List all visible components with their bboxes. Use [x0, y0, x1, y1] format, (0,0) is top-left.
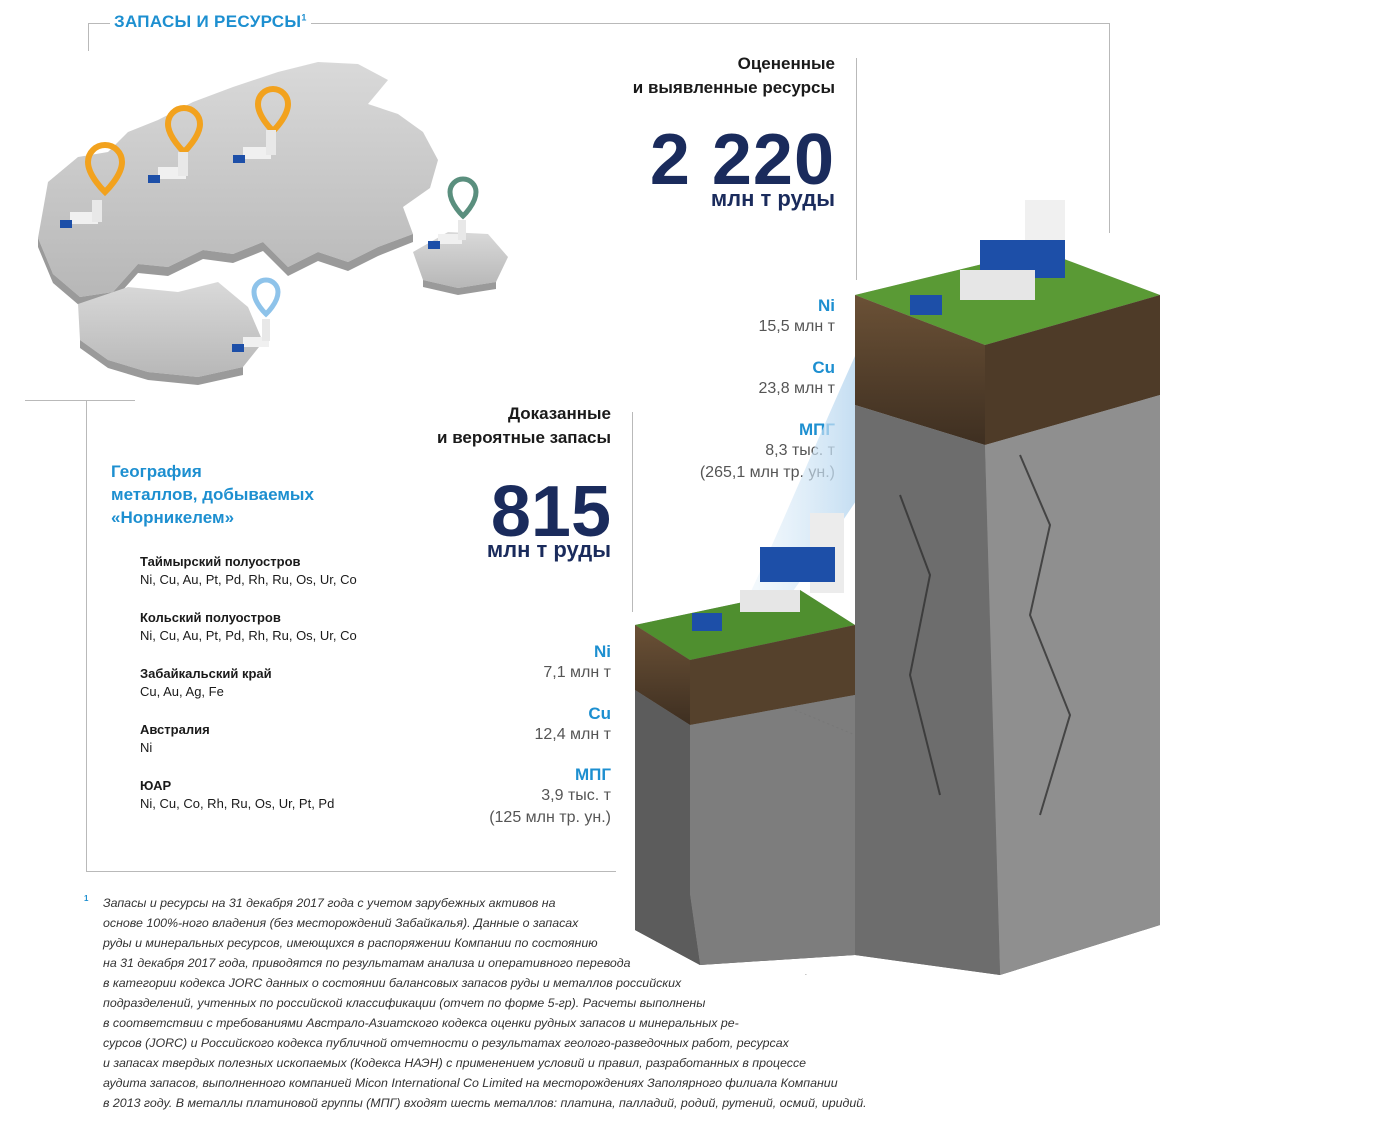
region-item: ЮАР Ni, Cu, Co, Rh, Ru, Os, Ur, Pt, Pd — [140, 778, 335, 811]
soil-column-illustration — [635, 200, 1160, 975]
region-item: Забайкальский край Cu, Au, Ag, Fe — [140, 666, 272, 699]
frame-bottom-line — [86, 871, 616, 872]
footnote-mark: 1 — [84, 894, 89, 903]
world-map — [38, 62, 508, 385]
reserves-pgm-extra: (125 млн тр. ун.) — [489, 809, 611, 826]
region-item: Кольский полуостров Ni, Cu, Au, Pt, Pd, … — [140, 610, 357, 643]
resources-heading: Оцененные и выявленные ресурсы — [632, 54, 835, 97]
footnote-text: Запасы и ресурсы на 31 декабря 2017 года… — [103, 896, 867, 1110]
region-item: Австралия Ni — [140, 722, 210, 755]
reserves-heading: Доказанные и вероятные запасы — [437, 404, 611, 447]
reserves-unit: млн т руды — [486, 537, 611, 562]
geography-heading: География металлов, добываемых «Норникел… — [111, 462, 314, 527]
large-soil-column-icon — [855, 200, 1160, 975]
map-pin-icon-south-africa — [251, 277, 281, 318]
map-underline — [25, 400, 135, 401]
map-pin-icon-australia — [447, 176, 479, 220]
region-item: Таймырский полуостров Ni, Cu, Au, Pt, Pd… — [140, 554, 357, 587]
frame-left-line-bottom — [86, 400, 87, 872]
page-title: ЗАПАСЫ И РЕСУРСЫ1 — [110, 12, 311, 32]
